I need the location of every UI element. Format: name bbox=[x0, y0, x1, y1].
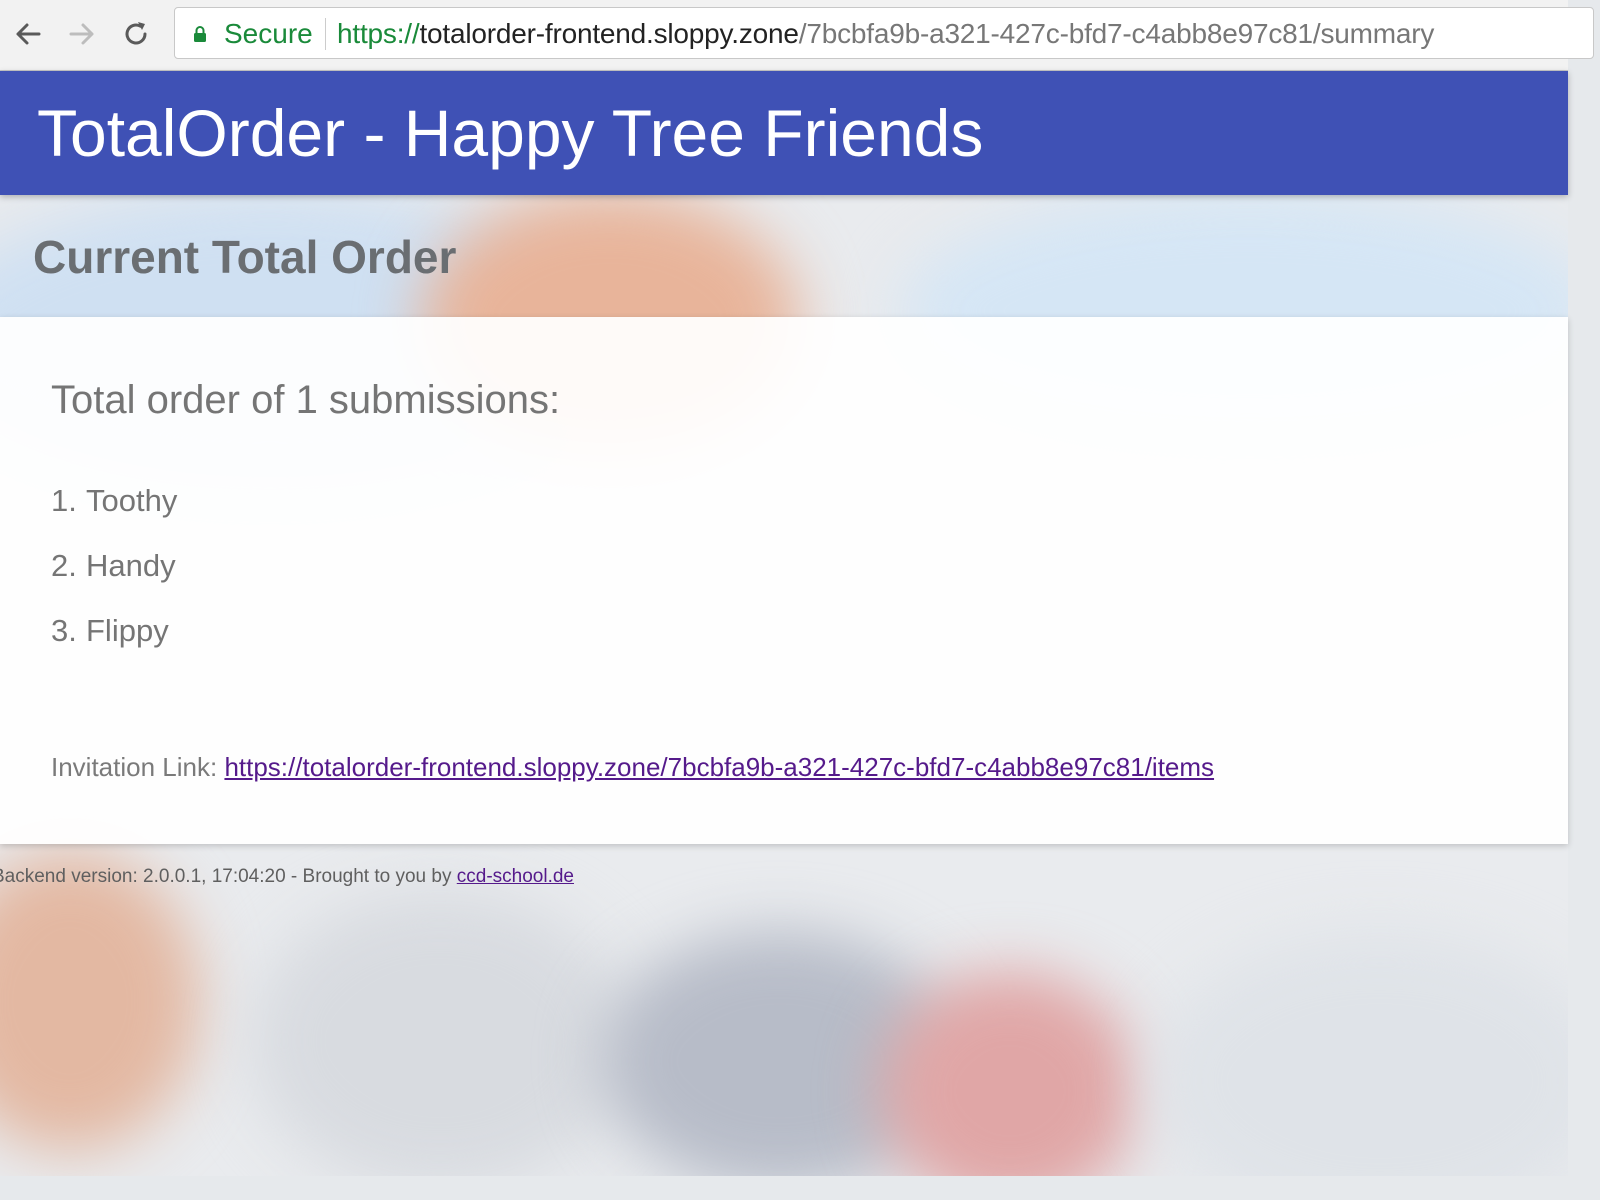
submissions-heading: Total order of 1 submissions: bbox=[51, 378, 561, 422]
background-blob bbox=[1150, 931, 1568, 1176]
reload-button[interactable] bbox=[116, 14, 156, 54]
url-host: totalorder-frontend.sloppy.zone bbox=[419, 18, 799, 49]
arrow-right-icon bbox=[69, 23, 94, 45]
list-item-number: 3. bbox=[51, 613, 77, 648]
browser-toolbar: Secure https://totalorder-frontend.slopp… bbox=[0, 0, 1594, 71]
secure-label: Secure bbox=[224, 18, 313, 49]
list-item: 2. Handy bbox=[51, 543, 177, 608]
invitation-row: Invitation Link: https://totalorder-fron… bbox=[51, 750, 1214, 784]
page-title: Current Total Order bbox=[33, 231, 457, 283]
background-blob bbox=[250, 891, 630, 1176]
footer-text: Backend version: 2.0.0.1, 17:04:20 - Bro… bbox=[0, 866, 457, 887]
order-list: 1. Toothy 2. Handy 3. Flippy bbox=[51, 478, 177, 673]
reload-icon bbox=[125, 22, 147, 45]
background-blob bbox=[0, 851, 200, 1151]
invitation-link[interactable]: https://totalorder-frontend.sloppy.zone/… bbox=[224, 752, 1214, 782]
list-item-number: 1. bbox=[51, 483, 77, 518]
list-item-name: Handy bbox=[86, 548, 176, 583]
list-item: 3. Flippy bbox=[51, 608, 177, 673]
app-title: TotalOrder - Happy Tree Friends bbox=[37, 96, 984, 170]
url-text: https://totalorder-frontend.sloppy.zone/… bbox=[337, 18, 1434, 50]
footer: Backend version: 2.0.0.1, 17:04:20 - Bro… bbox=[0, 864, 574, 890]
list-item: 1. Toothy bbox=[51, 478, 177, 543]
list-item-name: Flippy bbox=[86, 613, 169, 648]
url-path: /7bcbfa9b-a321-427c-bfd7-c4abb8e97c81/su… bbox=[798, 18, 1435, 49]
back-button[interactable] bbox=[8, 14, 48, 54]
list-item-number: 2. bbox=[51, 548, 77, 583]
list-item-name: Toothy bbox=[86, 483, 178, 518]
footer-link[interactable]: ccd-school.de bbox=[457, 866, 574, 887]
address-bar[interactable]: Secure https://totalorder-frontend.slopp… bbox=[174, 7, 1594, 59]
address-separator bbox=[325, 18, 326, 50]
url-scheme: https:// bbox=[337, 18, 420, 49]
arrow-left-icon bbox=[16, 23, 41, 45]
forward-button[interactable] bbox=[62, 14, 102, 54]
invitation-label: Invitation Link: bbox=[51, 752, 225, 782]
lock-icon bbox=[194, 26, 206, 42]
